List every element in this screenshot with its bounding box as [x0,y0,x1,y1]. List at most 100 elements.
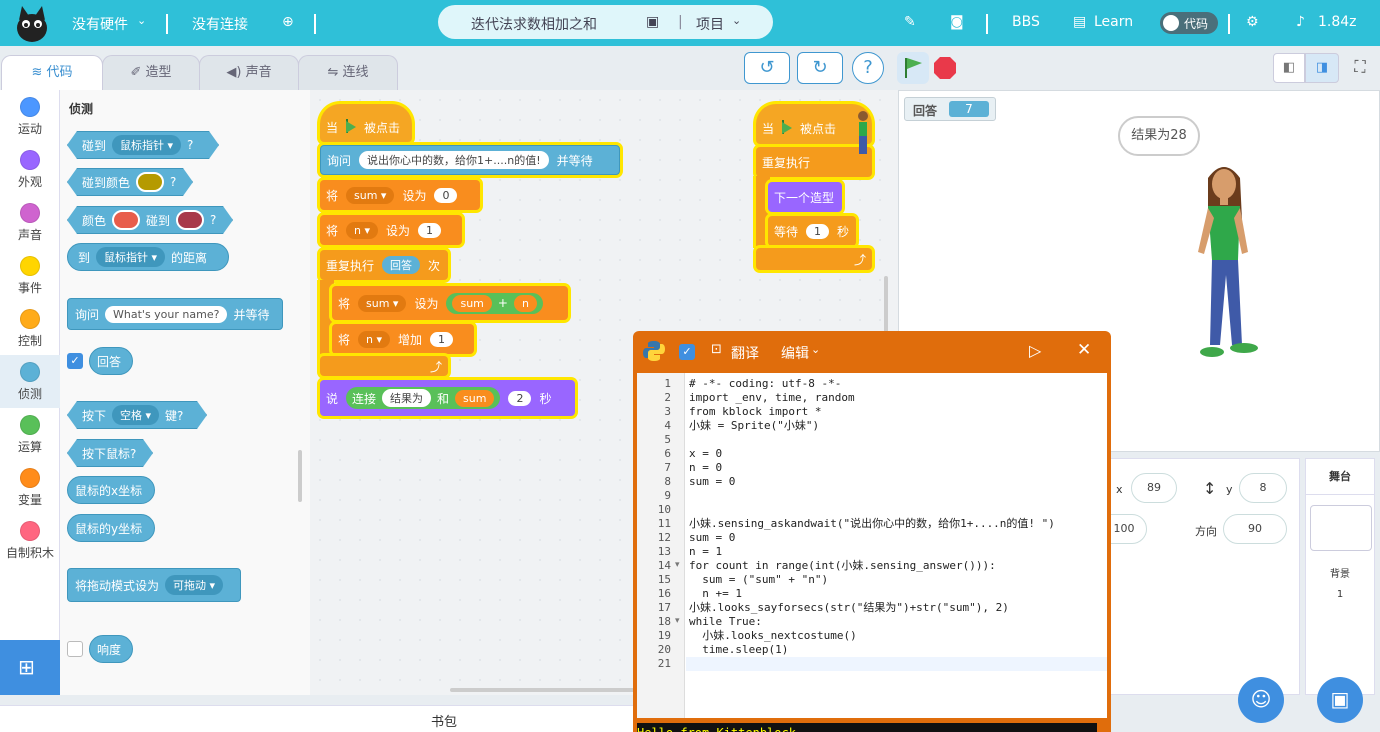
code-line[interactable]: for count in range(int(小妹.sensing_answer… [689,559,996,573]
palette-scrollbar[interactable] [298,450,302,502]
run-icon[interactable]: ▷ [1029,341,1041,360]
python-code-window[interactable]: ✓ ⊡ 翻译 编辑 ⌄ ▷ ✕ 1 2 3 4 5 6 7 8 9 10 11 12 13 14 ▾ 15 16… [633,331,1111,732]
block-color-touching-color[interactable]: 颜色 碰到? [67,206,233,234]
add-extension-button[interactable]: ⊞ [0,640,60,695]
code-line[interactable]: x = 0 [689,447,722,461]
connection-status[interactable]: 没有连接 [192,14,248,34]
seconds-input[interactable]: 2 [508,390,532,406]
fold-toggle-icon[interactable]: ▾ [675,616,680,626]
choose-sprite-button[interactable]: ☺ [1238,677,1284,723]
pencil-icon[interactable]: ✎ [904,14,916,30]
join-operator[interactable]: 连接 结果为和 sum [346,387,501,409]
direction-field[interactable]: 90 [1223,514,1287,544]
code-line[interactable]: from kblock import * [689,405,821,419]
key-dropdown[interactable]: 空格 ▾ [112,405,159,425]
redo-button[interactable]: ↻ [797,52,843,84]
block-touching[interactable]: 碰到 鼠标指针 ▾? [67,131,219,159]
block-loudness[interactable]: 响度 [89,635,133,663]
code-line[interactable]: sum = 0 [689,531,735,545]
help-button[interactable]: ? [852,52,884,84]
code-line[interactable]: # -*- coding: utf-8 -*- [689,377,841,391]
stage-panel[interactable]: 舞台 背景 1 [1305,458,1375,695]
sync-checkbox[interactable]: ✓ [679,344,695,360]
block-mouse-down[interactable]: 按下鼠标? [67,439,153,467]
join-input-a[interactable]: 结果为 [382,389,432,407]
script-scrollbar-horizontal[interactable] [450,688,640,692]
code-line[interactable]: time.sleep(1) [689,643,788,657]
variable-dropdown[interactable]: n ▾ [346,221,379,239]
code-line[interactable]: 小妹.looks_nextcostume() [689,629,856,643]
category-motion[interactable]: 运动 [0,90,60,143]
wait-input[interactable]: 1 [806,223,830,239]
x-field[interactable]: 89 [1131,473,1177,503]
loudness-checkbox[interactable] [67,641,83,657]
python-window-header[interactable]: ✓ ⊡ 翻译 编辑 ⌄ ▷ ✕ [633,331,1111,371]
block-repeat[interactable]: 重复执行 回答次 [320,250,448,280]
category-operators[interactable]: 运算 [0,408,60,461]
code-line[interactable]: 小妹.sensing_askandwait("说出你心中的数，给你1+....n… [689,517,1055,531]
drag-mode-dropdown[interactable]: 可拖动 ▾ [165,575,224,595]
code-line[interactable]: n = 1 [689,545,722,559]
edit-menu[interactable]: 编辑 [781,343,809,363]
backpack-bar[interactable]: 书包 [0,705,633,732]
block-mouse-x[interactable]: 鼠标的x坐标 [67,476,155,504]
y-field[interactable]: 8 [1239,473,1287,503]
block-when-flag-clicked[interactable]: 当 被点击 [320,104,412,142]
gear-icon[interactable]: ⚙ [1246,14,1259,30]
camera-icon[interactable]: ◙ [950,14,964,30]
tab-code[interactable]: ≋ 代码 [1,55,103,91]
sum-reporter[interactable]: sum [452,294,492,312]
block-wait[interactable]: 等待 1 秒 [768,216,856,246]
color-swatch[interactable] [136,172,164,192]
translate-button[interactable]: 翻译 [731,343,759,363]
block-set-drag-mode[interactable]: 将拖动模式设为 可拖动 ▾ [67,568,241,602]
add-operator[interactable]: sum + n [446,292,543,314]
girl-sprite[interactable] [1186,160,1266,365]
block-touching-color[interactable]: 碰到颜色? [67,168,193,196]
code-line[interactable]: sum = ("sum" + "n") [689,573,828,587]
value-input[interactable]: 1 [430,331,454,347]
code-line[interactable]: 小妹.looks_sayforsecs(str("结果为")+str("sum"… [689,601,1009,615]
close-icon[interactable]: ✕ [1077,340,1091,360]
color-swatch[interactable] [112,210,140,230]
variable-dropdown[interactable]: n ▾ [358,330,391,348]
block-ask-and-wait[interactable]: 询问 What's your name? 并等待 [67,298,283,330]
n-reporter[interactable]: n [513,294,537,312]
project-menu[interactable]: 项目 [696,14,724,34]
code-line[interactable]: import _env, time, random [689,391,855,405]
code-line[interactable]: 小妹 = Sprite("小妹") [689,419,819,433]
small-stage-button[interactable]: ◧ [1273,53,1305,83]
save-icon[interactable]: ▣ [646,14,659,30]
category-my-blocks[interactable]: 自制积木 [0,514,60,567]
globe-icon[interactable]: ⊕ [282,14,294,30]
project-title-input[interactable]: 迭代法求数相加之和 [471,14,597,34]
category-looks[interactable]: 外观 [0,143,60,196]
block-answer[interactable]: 回答 [89,347,133,375]
block-change-n[interactable]: 将 n ▾ 增加 1 [332,324,474,354]
answer-reporter[interactable]: 回答 [382,256,421,274]
block-set-sum[interactable]: 将 sum ▾ 设为 0 [320,180,480,210]
code-line[interactable]: n += 1 [689,587,742,601]
category-sound[interactable]: 声音 [0,196,60,249]
stop-button[interactable] [933,56,957,80]
code-toggle[interactable]: 代码 [1160,12,1218,34]
ask-input[interactable]: 说出你心中的数，给你1+....n的值! [359,151,549,169]
category-events[interactable]: 事件 [0,249,60,302]
green-flag-button[interactable] [897,52,929,84]
block-ask-and-wait[interactable]: 询问 说出你心中的数，给你1+....n的值! 并等待 [320,145,620,175]
category-control[interactable]: 控制 [0,302,60,355]
large-stage-button[interactable]: ◨ [1305,53,1339,83]
category-variables[interactable]: 变量 [0,461,60,514]
tab-wiring[interactable]: ⇋ 连线 [298,55,398,90]
sum-reporter[interactable]: sum [455,389,495,407]
block-set-n[interactable]: 将 n ▾ 设为 1 [320,215,462,245]
code-editor[interactable]: 1 2 3 4 5 6 7 8 9 10 11 12 13 14 ▾ 15 16 17 18 ▾ 19 20 21 # -*… [637,373,1107,718]
block-say-for-secs[interactable]: 说连接 结果为和 sum 2 秒 [320,380,575,416]
code-line[interactable]: while True: [689,615,762,629]
code-line[interactable]: sum = 0 [689,475,735,489]
value-input[interactable]: 0 [434,187,458,203]
bbs-link[interactable]: BBS [1012,14,1040,30]
block-distance-to[interactable]: 到鼠标指针 ▾ 的距离 [67,243,229,271]
kittenblock-logo[interactable] [14,4,50,42]
variable-dropdown[interactable]: sum ▾ [346,186,395,204]
